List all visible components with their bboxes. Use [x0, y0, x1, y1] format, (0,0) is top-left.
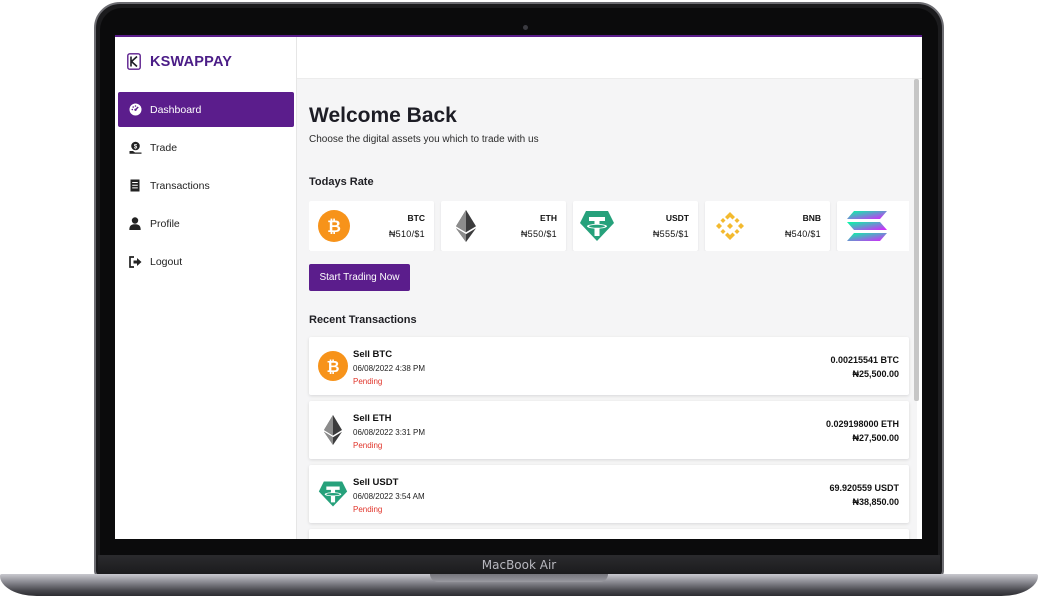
rate-symbol: BTC	[407, 213, 425, 223]
status-badge: Pending	[353, 377, 383, 386]
app-screen: KSWAPPAY Dashboard $ Trade Transactions	[115, 35, 922, 539]
transaction-date: 06/08/2022 3:31 PM	[353, 428, 426, 437]
kswappay-logo-icon	[127, 53, 141, 70]
binance-icon	[716, 212, 744, 240]
laptop-chin: MacBook Air	[98, 555, 940, 575]
transaction-title: Sell BTC	[353, 349, 393, 360]
rate-symbol: ETH	[540, 213, 557, 223]
sidebar-item-label: Dashboard	[150, 103, 202, 116]
sidebar-item-profile[interactable]: Profile	[118, 206, 294, 241]
brand[interactable]: KSWAPPAY	[127, 53, 232, 70]
start-trading-button[interactable]: Start Trading Now	[309, 264, 410, 291]
sidebar-item-trade[interactable]: $ Trade	[118, 130, 294, 165]
bitcoin-icon: ₿	[318, 210, 350, 242]
svg-text:₿: ₿	[327, 217, 341, 237]
transaction-row[interactable]: ₿ Sell BTC 06/08/2022 4:38 PM Pending 0.…	[309, 337, 909, 395]
rate-card-eth[interactable]: ETH ₦550/$1	[441, 201, 566, 251]
bitcoin-icon: ₿	[318, 351, 348, 381]
rate-card-btc[interactable]: ₿ BTC ₦510/$1	[309, 201, 434, 251]
rate-card-sol[interactable]	[837, 201, 909, 251]
svg-text:₿: ₿	[326, 357, 339, 376]
sidebar-item-dashboard[interactable]: Dashboard	[118, 92, 294, 127]
user-icon	[128, 217, 142, 231]
rate-card-usdt[interactable]: USDT ₦555/$1	[573, 201, 698, 251]
rate-price: ₦510/$1	[388, 229, 425, 239]
brand-name: KSWAPPAY	[150, 53, 233, 70]
transaction-amount: 0.029198000 ETH	[825, 419, 899, 429]
rate-price: ₦540/$1	[784, 229, 821, 239]
rate-price: ₦550/$1	[520, 229, 557, 239]
laptop-notch	[430, 574, 608, 582]
transaction-row[interactable]: Sell ETH 06/08/2022 3:31 PM Pending 0.02…	[309, 401, 909, 459]
transaction-amount: 0.00215541 BTC	[830, 355, 899, 365]
sidebar-item-transactions[interactable]: Transactions	[118, 168, 294, 203]
page-subtitle: Choose the digital assets you which to t…	[309, 134, 539, 145]
transaction-title: Sell USDT	[353, 477, 399, 488]
receipt-icon	[128, 179, 142, 193]
coin-hand-icon: $	[128, 141, 142, 155]
sidebar-nav: Dashboard $ Trade Transactions Profile L…	[118, 92, 294, 282]
solana-icon	[847, 211, 887, 241]
rates-title: Todays Rate	[309, 176, 374, 188]
transactions-title: Recent Transactions	[309, 314, 417, 326]
transaction-amount: 69.920559 USDT	[829, 483, 899, 493]
logout-icon	[128, 255, 142, 269]
tether-icon	[318, 481, 348, 507]
transaction-title: Sell ETH	[353, 413, 392, 424]
rate-price: ₦555/$1	[652, 229, 689, 239]
transaction-row[interactable]: Sell USDT 06/08/2022 3:54 AM Pending 69.…	[309, 465, 909, 523]
transaction-naira: ₦25,500.00	[852, 369, 899, 379]
dashboard-main: Welcome Back Choose the digital assets y…	[297, 79, 917, 539]
top-header	[297, 37, 922, 79]
page-title: Welcome Back	[309, 104, 457, 127]
device-label: MacBook Air	[481, 558, 557, 572]
camera	[523, 25, 528, 30]
rate-card-bnb[interactable]: BNB ₦540/$1	[705, 201, 830, 251]
rate-symbol: USDT	[665, 213, 689, 223]
transaction-date: 06/08/2022 4:38 PM	[353, 364, 426, 373]
status-badge: Pending	[353, 505, 383, 514]
sidebar: KSWAPPAY Dashboard $ Trade Transactions	[115, 37, 297, 539]
transaction-naira: ₦38,850.00	[852, 497, 899, 507]
sidebar-item-logout[interactable]: Logout	[118, 244, 294, 279]
ethereum-icon	[456, 210, 476, 242]
rate-symbol: BNB	[802, 213, 821, 223]
transaction-row[interactable]	[309, 529, 909, 539]
transaction-date: 06/08/2022 3:54 AM	[353, 492, 425, 501]
tether-icon	[580, 211, 614, 241]
ethereum-icon	[324, 415, 342, 445]
rates-carousel[interactable]: ₿ BTC ₦510/$1 ETH ₦550/$1 USDT ₦555/$1 B…	[309, 201, 909, 251]
sidebar-item-label: Logout	[150, 255, 183, 268]
sidebar-item-label: Transactions	[150, 179, 210, 192]
sidebar-item-label: Trade	[150, 141, 178, 154]
sidebar-item-label: Profile	[150, 217, 180, 230]
status-badge: Pending	[353, 441, 383, 450]
transaction-naira: ₦27,500.00	[852, 433, 899, 443]
gauge-icon	[128, 103, 142, 117]
main-scrollbar[interactable]	[914, 79, 919, 401]
